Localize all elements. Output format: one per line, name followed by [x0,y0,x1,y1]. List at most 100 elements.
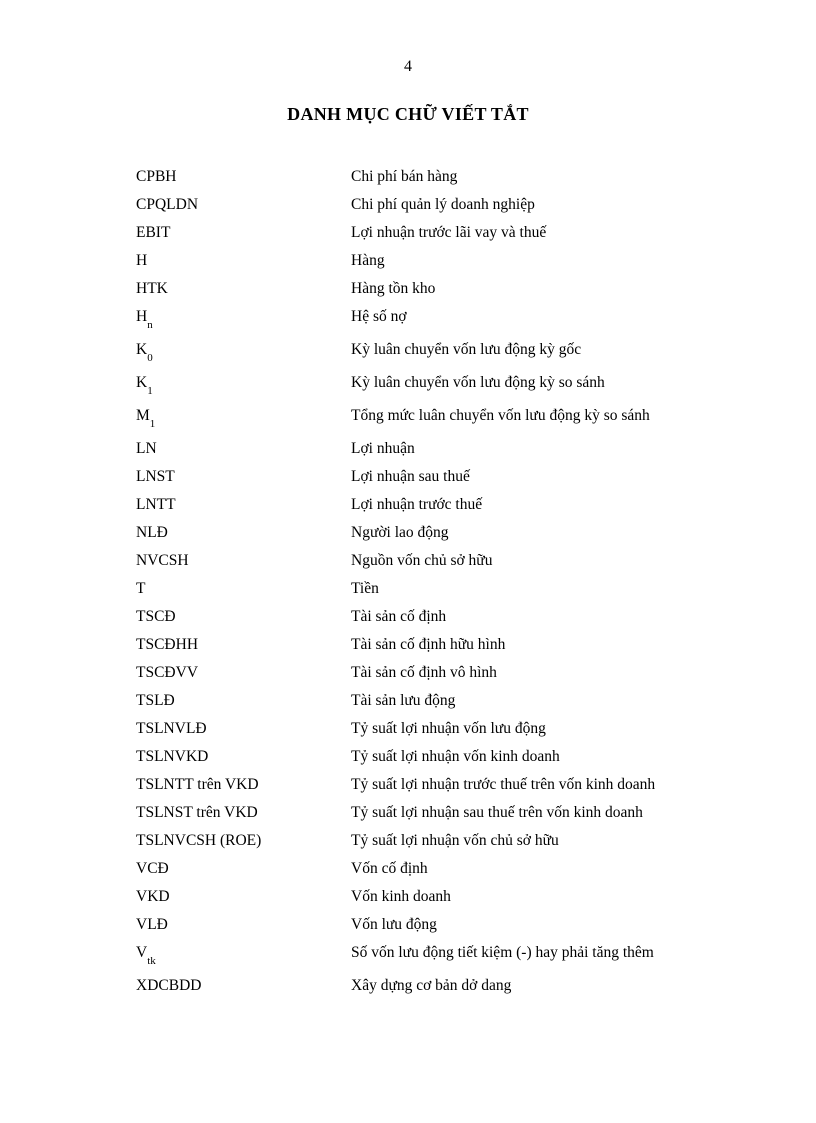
abbreviation: TSLNVCSH (ROE) [136,827,351,855]
list-item: TSCĐTài sản cố định [136,603,816,631]
definition: Hệ số nợ [351,303,816,331]
list-item: TSCĐHHTài sản cố định hữu hình [136,631,816,659]
list-item: TSLĐTài sản lưu động [136,687,816,715]
abbreviation: TSCĐ [136,603,351,631]
list-item: TSCĐVVTài sản cố định vô hình [136,659,816,687]
list-item: LNSTLợi nhuận sau thuế [136,463,816,491]
definition: Tài sản cố định vô hình [351,659,816,687]
definition: Lợi nhuận trước thuế [351,491,816,519]
definition: Hàng tồn kho [351,275,816,303]
list-item: TSLNST trên VKDTỷ suất lợi nhuận sau thu… [136,799,816,827]
definition: Vốn lưu động [351,911,816,939]
list-item: TSLNVKDTỷ suất lợi nhuận vốn kinh doanh [136,743,816,771]
abbreviation: Vtk [136,939,351,972]
list-item: NVCSHNguồn vốn chủ sở hữu [136,547,816,575]
definition: Tài sản cố định hữu hình [351,631,816,659]
abbreviation: NVCSH [136,547,351,575]
list-item: VKDVốn kinh doanh [136,883,816,911]
abbreviation: TSLNST trên VKD [136,799,351,827]
abbreviation: TSLNVKD [136,743,351,771]
abbreviation: XDCBDD [136,972,351,1000]
definition: Người lao động [351,519,816,547]
abbreviation: TSLĐ [136,687,351,715]
list-item: HTKHàng tồn kho [136,275,816,303]
abbreviation-base: M [136,407,150,424]
definition: Tỷ suất lợi nhuận vốn chủ sở hữu [351,827,816,855]
definition: Tài sản lưu động [351,687,816,715]
abbreviation: M1 [136,402,351,435]
list-item: VCĐVốn cố định [136,855,816,883]
abbreviation: T [136,575,351,603]
list-item: K0Kỳ luân chuyển vốn lưu động kỳ gốc [136,336,816,369]
definition: Vốn cố định [351,855,816,883]
definition: Tỷ suất lợi nhuận vốn kinh doanh [351,743,816,771]
list-item: TSLNVCSH (ROE)Tỷ suất lợi nhuận vốn chủ … [136,827,816,855]
abbreviation: VCĐ [136,855,351,883]
page-title: DANH MỤC CHỮ VIẾT TẮT [0,104,816,125]
list-item: XDCBDDXây dựng cơ bản dở dang [136,972,816,1000]
definition: Nguồn vốn chủ sở hữu [351,547,816,575]
definition: Lợi nhuận sau thuế [351,463,816,491]
abbreviation-base: V [136,944,147,961]
definition: Tổng mức luân chuyển vốn lưu động kỳ so … [351,402,816,430]
abbreviation: VLĐ [136,911,351,939]
abbreviation: CPBH [136,163,351,191]
abbreviation: K1 [136,369,351,402]
list-item: LNLợi nhuận [136,435,816,463]
definition: Xây dựng cơ bản dở dang [351,972,816,1000]
list-item: LNTTLợi nhuận trước thuế [136,491,816,519]
abbreviation: VKD [136,883,351,911]
definition: Tiền [351,575,816,603]
definition: Tỷ suất lợi nhuận vốn lưu động [351,715,816,743]
definition: Tỷ suất lợi nhuận trước thuế trên vốn ki… [351,771,816,799]
list-item: K1Kỳ luân chuyển vốn lưu động kỳ so sánh [136,369,816,402]
abbreviation-subscript: n [147,319,153,331]
abbreviation: TSCĐVV [136,659,351,687]
definition: Kỳ luân chuyển vốn lưu động kỳ so sánh [351,369,816,397]
list-item: VtkSố vốn lưu động tiết kiệm (-) hay phả… [136,939,816,972]
definition: Lợi nhuận trước lãi vay và thuế [351,219,816,247]
list-item: NLĐNgười lao động [136,519,816,547]
abbreviation: LNST [136,463,351,491]
definition: Số vốn lưu động tiết kiệm (-) hay phải t… [351,939,816,967]
list-item: CPBHChi phí bán hàng [136,163,816,191]
abbreviation: HTK [136,275,351,303]
definition: Chi phí quản lý doanh nghiệp [351,191,816,219]
abbreviation: Hn [136,303,351,336]
abbreviation: EBIT [136,219,351,247]
definition: Vốn kinh doanh [351,883,816,911]
abbreviation-base: K [136,374,147,391]
definition: Tài sản cố định [351,603,816,631]
definition: Hàng [351,247,816,275]
abbreviation: H [136,247,351,275]
abbreviation: CPQLDN [136,191,351,219]
list-item: HHàng [136,247,816,275]
abbreviation: TSCĐHH [136,631,351,659]
definition: Tỷ suất lợi nhuận sau thuế trên vốn kinh… [351,799,816,827]
definition: Lợi nhuận [351,435,816,463]
list-item: HnHệ số nợ [136,303,816,336]
abbreviation-subscript: 1 [150,418,156,430]
definition: Kỳ luân chuyển vốn lưu động kỳ gốc [351,336,816,364]
list-item: M1Tổng mức luân chuyển vốn lưu động kỳ s… [136,402,816,435]
abbreviation: TSLNTT trên VKD [136,771,351,799]
abbreviation-subscript: 0 [147,352,153,364]
abbreviation-base: K [136,341,147,358]
list-item: TSLNTT trên VKDTỷ suất lợi nhuận trước t… [136,771,816,799]
definition: Chi phí bán hàng [351,163,816,191]
abbreviation: K0 [136,336,351,369]
page-number: 4 [0,0,816,76]
abbreviation-subscript: tk [147,955,156,967]
abbreviation: LN [136,435,351,463]
list-item: CPQLDNChi phí quản lý doanh nghiệp [136,191,816,219]
abbreviation-subscript: 1 [147,385,153,397]
list-item: TSLNVLĐTỷ suất lợi nhuận vốn lưu động [136,715,816,743]
abbreviation-list: CPBHChi phí bán hàngCPQLDNChi phí quản l… [136,163,816,1000]
abbreviation: LNTT [136,491,351,519]
list-item: VLĐVốn lưu động [136,911,816,939]
list-item: EBITLợi nhuận trước lãi vay và thuế [136,219,816,247]
abbreviation-base: H [136,308,147,325]
list-item: TTiền [136,575,816,603]
abbreviation: NLĐ [136,519,351,547]
abbreviation: TSLNVLĐ [136,715,351,743]
